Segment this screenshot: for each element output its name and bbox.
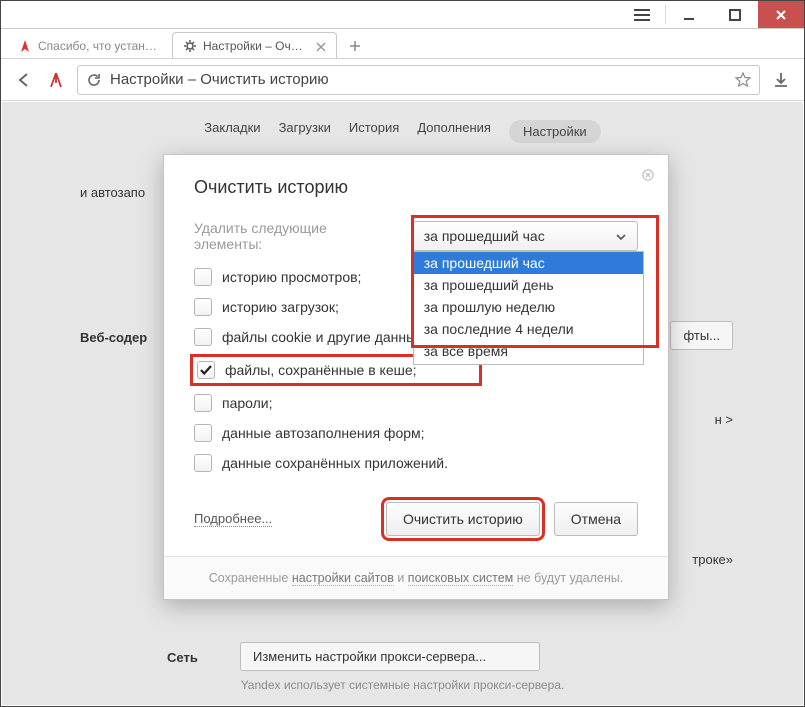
time-range-select[interactable]: за прошедший час за прошедший час за про… (413, 221, 638, 251)
checkbox[interactable] (194, 454, 212, 472)
window-maximize-button[interactable] (712, 1, 758, 28)
clear-history-button[interactable]: Очистить историю (386, 502, 540, 536)
back-button[interactable] (13, 69, 35, 91)
close-icon[interactable] (316, 41, 326, 51)
chevron-down-icon (615, 230, 627, 242)
nav-item-active[interactable]: Настройки (509, 120, 601, 143)
checkbox-row[interactable]: пароли; (194, 388, 638, 418)
tab-label: Настройки – Очистит (203, 39, 306, 53)
browser-tab-active[interactable]: Настройки – Очистит (172, 32, 337, 58)
reload-icon[interactable] (86, 72, 102, 88)
checkbox-label: данные сохранённых приложений. (222, 455, 448, 471)
cancel-button[interactable]: Отмена (554, 502, 638, 536)
checkbox[interactable] (194, 394, 212, 412)
footer-link[interactable]: настройки сайтов (292, 571, 394, 586)
checkbox-label: файлы, сохранённые в кеше; (225, 362, 417, 378)
downloads-icon[interactable] (770, 69, 792, 91)
checkbox-label: пароли; (222, 395, 273, 411)
nav-item[interactable]: Загрузки (279, 120, 331, 143)
select-value: за прошедший час (424, 228, 545, 244)
checkbox-label: данные автозаполнения форм; (222, 425, 425, 441)
bg-section-label: Сеть (167, 650, 198, 665)
proxy-settings-button[interactable]: Изменить настройки прокси-сервера... (240, 642, 540, 671)
window-close-button[interactable] (758, 1, 804, 28)
nav-item[interactable]: Дополнения (417, 120, 491, 143)
yandex-icon (18, 39, 32, 53)
omnibox[interactable]: Настройки – Очистить историю (77, 65, 760, 95)
bg-text-fragment: и автозапо (80, 185, 145, 200)
address-bar-row: Настройки – Очистить историю (1, 59, 804, 101)
gear-icon (183, 39, 197, 53)
window-titlebar (1, 1, 804, 29)
dropdown-option[interactable]: за последние 4 недели (414, 318, 643, 340)
checkbox-row[interactable]: данные сохранённых приложений. (194, 448, 638, 478)
star-icon[interactable] (735, 72, 751, 88)
checkbox-row[interactable]: данные автозаполнения форм; (194, 418, 638, 448)
dialog-actions: Подробнее... Очистить историю Отмена (194, 502, 638, 542)
nav-item[interactable]: История (349, 120, 399, 143)
bg-footnote: Yandex использует системные настройки пр… (2, 678, 803, 692)
time-range-row: Удалить следующие элементы: за прошедший… (194, 220, 638, 252)
time-range-dropdown: за прошедший час за прошедший день за пр… (413, 251, 644, 365)
browser-tab[interactable]: Спасибо, что установи (7, 32, 172, 58)
footer-link[interactable]: поисковых систем (408, 571, 513, 586)
tab-label: Спасибо, что установи (38, 39, 161, 53)
nav-item[interactable]: Закладки (204, 120, 260, 143)
dialog-close-button[interactable] (638, 165, 658, 185)
dropdown-option[interactable]: за прошедший час (414, 252, 643, 274)
checkbox[interactable] (197, 361, 215, 379)
time-range-label: Удалить следующие элементы: (194, 220, 395, 252)
clear-history-dialog: Очистить историю Удалить следующие элеме… (163, 154, 669, 600)
checkbox[interactable] (194, 424, 212, 442)
dropdown-option[interactable]: за прошлую неделю (414, 296, 643, 318)
settings-nav: Закладки Загрузки История Дополнения Нас… (2, 102, 803, 151)
url-text: Настройки – Очистить историю (110, 71, 727, 88)
bg-text-fragment: н > (715, 412, 733, 427)
dialog-title: Очистить историю (194, 177, 638, 198)
checkbox[interactable] (194, 328, 212, 346)
details-link[interactable]: Подробнее... (194, 511, 272, 527)
fonts-button[interactable]: фты... (670, 321, 733, 350)
dropdown-option[interactable]: за прошедший день (414, 274, 643, 296)
checkbox[interactable] (194, 268, 212, 286)
dialog-footer: Сохраненные настройки сайтов и поисковых… (164, 556, 668, 599)
bg-text-fragment: троке» (692, 552, 733, 567)
window-minimize-button[interactable] (666, 1, 712, 28)
checkbox-label: историю просмотров; (222, 269, 361, 285)
checkbox-label: историю загрузок; (222, 299, 339, 315)
hamburger-menu-icon[interactable] (619, 1, 665, 28)
new-tab-button[interactable] (341, 34, 369, 58)
dropdown-option[interactable]: за все время (414, 340, 643, 362)
bg-section-label: Веб-содер (80, 330, 147, 345)
checkbox[interactable] (194, 298, 212, 316)
yandex-logo-icon[interactable] (45, 69, 67, 91)
tab-strip: Спасибо, что установи Настройки – Очисти… (1, 29, 804, 59)
